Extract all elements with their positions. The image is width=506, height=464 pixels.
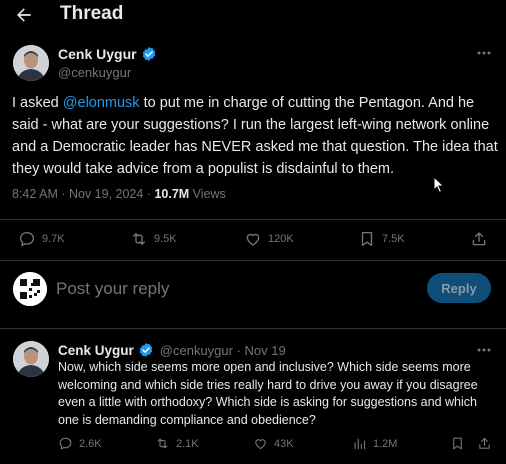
views-count: 10.7M <box>154 187 190 201</box>
avatar[interactable] <box>13 341 49 377</box>
avatar[interactable] <box>13 272 47 306</box>
reply-submit-button[interactable]: Reply <box>427 273 491 303</box>
reply-button[interactable]: 2.6K <box>58 436 102 451</box>
reply-icon <box>59 437 72 450</box>
author-name[interactable]: Cenk Uygur <box>58 343 134 358</box>
mouse-cursor-icon <box>433 176 445 194</box>
repost-button[interactable]: 9.5K <box>130 230 177 248</box>
author-name[interactable]: Cenk Uygur <box>58 46 137 62</box>
reply-count: 2.6K <box>79 437 102 450</box>
views-button[interactable]: 1.2M <box>352 436 397 451</box>
back-arrow-icon[interactable] <box>14 5 34 25</box>
heart-icon <box>255 439 266 450</box>
share-icon[interactable] <box>470 230 488 248</box>
like-button[interactable]: 43K <box>253 436 294 451</box>
share-icon[interactable] <box>477 436 492 451</box>
verified-badge-icon <box>141 46 157 62</box>
post-timestamp[interactable]: 8:42 AM · Nov 19, 2024 · <box>12 187 154 201</box>
divider <box>0 219 506 220</box>
like-count: 120K <box>268 233 294 245</box>
verified-badge-icon <box>138 342 154 358</box>
repost-icon <box>133 233 145 245</box>
analytics-icon <box>354 438 366 450</box>
divider <box>0 328 506 329</box>
avatar[interactable] <box>13 45 49 81</box>
views-count: 1.2M <box>373 437 398 450</box>
more-options-icon[interactable] <box>475 46 493 60</box>
reply-button[interactable]: 9.7K <box>18 230 65 248</box>
bookmark-button[interactable]: 7.5K <box>358 230 405 248</box>
bookmark-icon <box>361 231 373 247</box>
post-text: I asked @elonmusk to put me in charge of… <box>12 92 498 180</box>
like-count: 43K <box>274 437 294 450</box>
page-title: Thread <box>60 3 124 24</box>
author-handle[interactable]: @cenkuygur <box>58 65 131 80</box>
reply-text: Now, which side seems more open and incl… <box>58 360 478 427</box>
mention-link[interactable]: @elonmusk <box>63 95 140 111</box>
divider <box>0 260 506 261</box>
reply-submit-label: Reply <box>441 280 477 296</box>
like-button[interactable]: 120K <box>244 230 294 248</box>
bookmark-icon[interactable] <box>450 436 465 451</box>
reply-input[interactable] <box>56 278 416 300</box>
post-meta: 8:42 AM · Nov 19, 2024 · 10.7M Views <box>12 187 226 201</box>
reply-icon <box>19 231 35 247</box>
repost-icon <box>157 438 168 449</box>
bookmark-count: 7.5K <box>382 233 405 245</box>
qr-avatar-icon <box>13 272 47 306</box>
repost-count: 9.5K <box>154 233 177 245</box>
more-options-icon[interactable] <box>475 343 493 357</box>
repost-button[interactable]: 2.1K <box>155 436 199 451</box>
repost-count: 2.1K <box>176 437 199 450</box>
heart-icon <box>246 233 260 246</box>
post-text-prefix: I asked <box>12 95 63 111</box>
reply-handle-date[interactable]: @cenkuygur · Nov 19 <box>160 343 286 358</box>
reply-count: 9.7K <box>42 233 65 245</box>
views-label: Views <box>189 187 226 201</box>
